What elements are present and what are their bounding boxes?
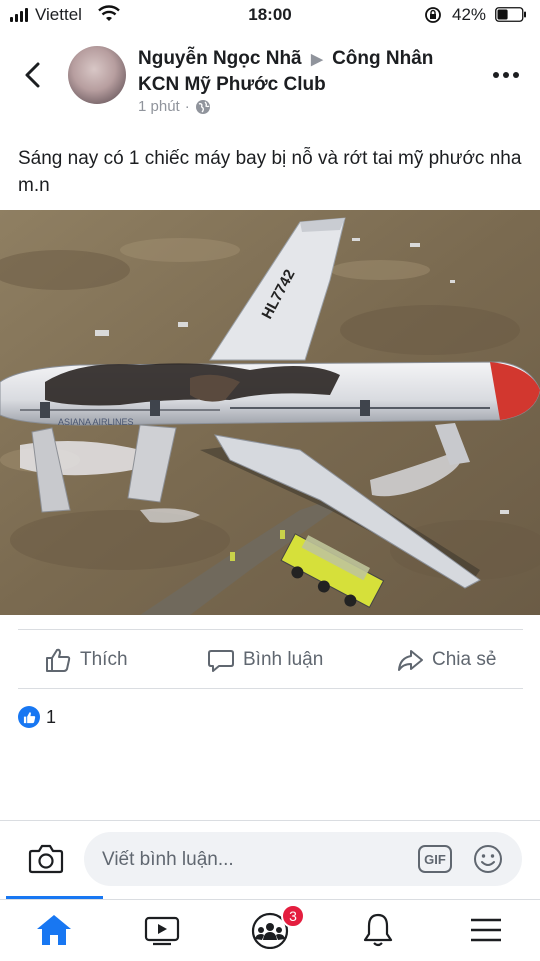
comment-button[interactable]: Bình luận — [207, 644, 323, 676]
gif-label: GIF — [424, 851, 446, 867]
divider-bottom — [18, 688, 523, 689]
gif-button[interactable]: GIF — [418, 845, 452, 873]
divider-top — [18, 629, 523, 630]
like-reaction-icon — [18, 706, 40, 728]
notifications-icon — [363, 913, 393, 947]
bottom-navigation — [0, 899, 540, 961]
composer-divider — [0, 820, 540, 821]
share-label: Chia sẻ — [432, 649, 497, 670]
thumbs-up-icon — [46, 648, 71, 672]
reaction-count: 1 — [46, 706, 57, 727]
home-icon — [37, 915, 71, 945]
post-author-line: Nguyễn Ngọc Nhã ▶ Công Nhân KCN Mỹ Phước… — [138, 46, 468, 97]
battery-icon — [495, 7, 526, 22]
globe-icon — [195, 99, 210, 114]
watch-icon — [144, 916, 180, 946]
meta-separator: · — [184, 98, 190, 115]
share-icon — [398, 650, 423, 671]
status-bar: Viettel 18:00 42% — [0, 0, 540, 30]
menu-icon — [471, 918, 501, 942]
share-button[interactable]: Chia sẻ — [396, 644, 496, 676]
like-label: Thích — [80, 649, 128, 670]
more-options-icon[interactable] — [492, 63, 520, 87]
battery-percent: 42% — [452, 5, 487, 24]
groups-notification-badge: 3 — [281, 904, 305, 928]
tab-watch[interactable] — [140, 910, 184, 950]
airline-livery-text: ASIANA AIRLINES — [58, 417, 134, 427]
comment-composer[interactable]: GIF — [84, 832, 522, 888]
rotation-lock-icon — [425, 7, 441, 23]
back-arrow-icon[interactable] — [20, 60, 46, 90]
post-text: Sáng nay có 1 chiếc máy bay bị nỗ và rớt… — [18, 148, 522, 196]
comment-label: Bình luận — [243, 649, 324, 670]
comment-input[interactable] — [100, 832, 404, 888]
camera-icon[interactable] — [28, 842, 64, 876]
tab-notifications[interactable] — [356, 910, 400, 950]
comment-icon — [208, 650, 234, 672]
crashed-airplane-illustration: HL7742 ASIANA AIRLINES — [0, 210, 540, 615]
tab-home[interactable] — [32, 910, 76, 950]
tab-menu[interactable] — [464, 910, 508, 950]
reaction-summary[interactable]: 1 — [18, 706, 56, 728]
like-button[interactable]: Thích — [44, 644, 128, 676]
emoji-icon[interactable] — [472, 843, 504, 875]
post-photo[interactable]: HL7742 ASIANA AIRLINES — [0, 210, 540, 615]
post-timestamp[interactable]: 1 phút — [138, 98, 180, 115]
post-meta: 1 phút · — [138, 98, 211, 115]
share-to-arrow-icon: ▶ — [306, 51, 327, 68]
avatar[interactable] — [68, 46, 126, 104]
author-name[interactable]: Nguyễn Ngọc Nhã — [138, 48, 302, 69]
